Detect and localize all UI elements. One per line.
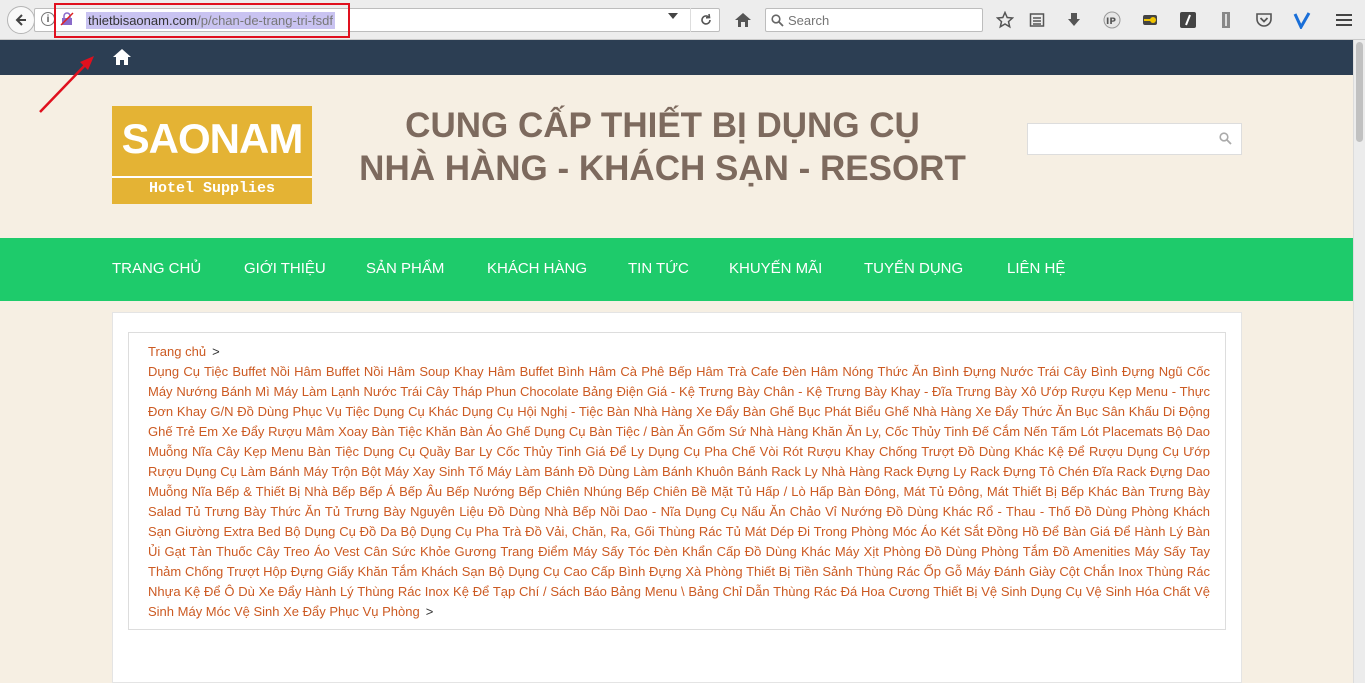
info-icon[interactable]: i [41,12,55,26]
nav-item-gioi-thieu[interactable]: GIỚI THIỆU [244,260,326,277]
breadcrumb-home-link[interactable]: Trang chủ [148,344,206,359]
breadcrumb: Trang chủ > Dụng Cụ Tiệc Buffet Nồi Hâm B… [148,342,1210,622]
download-icon [1068,13,1080,26]
back-arrow-icon [15,14,26,26]
breadcrumb-separator: > [425,604,434,619]
headline-line-2: NHÀ HÀNG - KHÁCH SẠN - RESORT [359,149,966,188]
search-icon [771,14,784,27]
nav-item-trang-chu[interactable]: TRANG CHỦ [112,260,201,277]
menu-button[interactable] [1334,10,1354,30]
reload-icon [701,13,711,25]
pocket-button[interactable] [1254,10,1274,30]
nav-item-san-pham[interactable]: SẢN PHẨM [366,260,444,277]
nav-item-tin-tuc[interactable]: TIN TỨC [628,260,689,277]
key-icon [1143,15,1157,25]
url-dropdown-icon[interactable] [668,13,678,19]
scroll-thumb[interactable] [1356,42,1363,142]
nav-item-tuyen-dung[interactable]: TUYỂN DỤNG [864,260,963,277]
nav-item-khuyen-mai[interactable]: KHUYẾN MÃI [729,260,822,277]
ip-icon: IP [1103,11,1121,29]
breadcrumb-separator: > [212,344,220,359]
main-nav: TRANG CHỦ GIỚI THIỆU SẢN PHẨM KHÁCH HÀNG… [0,238,1353,301]
script-icon [1180,12,1196,28]
browser-search-bar[interactable] [765,8,983,32]
downloads-button[interactable] [1064,10,1084,30]
site-headline: CUNG CẤP THIẾT BỊ DỤNG CỤ NHÀ HÀNG - KHÁ… [330,104,995,190]
reading-list-button[interactable] [1027,10,1047,30]
url-annotation-box [54,3,350,38]
home-icon[interactable] [112,48,132,66]
site-search-input[interactable] [1034,130,1209,148]
list-icon [1029,13,1045,27]
pocket-icon [1256,13,1272,27]
home-button[interactable] [733,10,753,30]
site-search-box[interactable] [1027,123,1242,155]
bookmark-star-button[interactable] [995,10,1015,30]
site-topbar [0,40,1353,75]
key-extension-button[interactable] [1140,10,1160,30]
nav-item-khach-hang[interactable]: KHÁCH HÀNG [487,260,587,277]
column-extension-button[interactable] [1216,10,1236,30]
column-icon [1222,12,1230,28]
svg-text:IP: IP [1106,17,1116,27]
site-logo[interactable]: SAONAM Hotel Supplies [112,106,312,204]
star-icon [996,11,1014,29]
annotation-arrow [39,56,94,113]
vpn-extension-button[interactable] [1292,10,1312,30]
back-button[interactable] [7,6,35,34]
hamburger-menu-icon [1336,14,1352,26]
headline-line-1: CUNG CẤP THIẾT BỊ DỤNG CỤ [405,106,920,145]
script-extension-button[interactable] [1178,10,1198,30]
ip-extension-button[interactable]: IP [1102,10,1122,30]
logo-wordmark: SAONAM [121,115,304,162]
page-scrollbar[interactable] [1353,40,1365,683]
shield-check-icon [1293,12,1311,29]
search-icon[interactable] [1219,132,1232,145]
home-icon [735,13,751,27]
logo-tagline: Hotel Supplies [148,180,276,197]
nav-item-lien-he[interactable]: LIÊN HỆ [1007,260,1065,277]
breadcrumb-category-links[interactable]: Dụng Cụ Tiệc Buffet Nồi Hâm Buffet Nồi H… [148,364,1210,619]
reload-button[interactable] [690,8,721,32]
browser-search-input[interactable] [788,11,978,29]
